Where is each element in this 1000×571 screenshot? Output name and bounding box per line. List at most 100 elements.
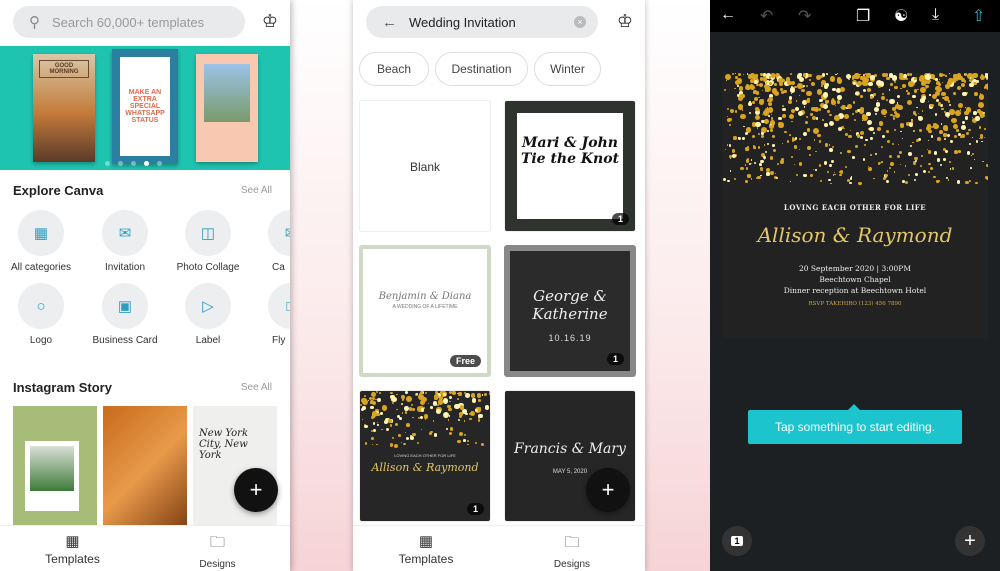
glitter-dot bbox=[731, 153, 736, 158]
glitter-dot bbox=[764, 150, 767, 153]
add-button[interactable]: + bbox=[586, 468, 630, 512]
glitter-dot bbox=[866, 88, 871, 93]
template-card[interactable]: Mari & John Tie the Knot 1 bbox=[504, 100, 636, 232]
glitter-dot bbox=[826, 100, 829, 103]
template-card[interactable]: George & Katherine 10.16.19 1 bbox=[504, 245, 636, 377]
tab-designs[interactable]: 🗀 Designs bbox=[145, 526, 290, 571]
glitter-dot bbox=[881, 73, 886, 78]
category-logo[interactable]: ○ Logo bbox=[1, 283, 81, 346]
category-card[interactable]: ✉Ca bbox=[268, 210, 290, 273]
glitter-dot bbox=[823, 123, 828, 128]
glitter-dot bbox=[448, 415, 451, 417]
add-button[interactable]: + bbox=[234, 468, 278, 512]
glitter-dot bbox=[790, 108, 796, 114]
glitter-dot bbox=[747, 102, 752, 106]
glitter-dot bbox=[928, 162, 932, 166]
glitter-dot bbox=[949, 139, 954, 144]
add-element-button[interactable]: + bbox=[955, 526, 985, 556]
glitter-dot bbox=[798, 137, 801, 141]
see-all-link[interactable]: See All bbox=[241, 185, 272, 196]
category-photo-collage[interactable]: ◫ Photo Collage bbox=[168, 210, 248, 273]
chip-destination[interactable]: Destination bbox=[435, 52, 528, 86]
undo-icon[interactable]: ↶ bbox=[760, 6, 773, 26]
glitter-dot bbox=[760, 159, 765, 164]
category-invitation[interactable]: ✉ Invitation bbox=[85, 210, 165, 273]
crown-icon[interactable]: ♔ bbox=[262, 11, 278, 32]
glitter-dot bbox=[957, 85, 962, 91]
glitter-dot bbox=[915, 173, 918, 177]
glitter-dot bbox=[983, 136, 986, 139]
share-people-icon[interactable]: ☯ bbox=[894, 6, 908, 26]
clear-icon[interactable]: × bbox=[574, 16, 586, 28]
category-business-card[interactable]: ▣ Business Card bbox=[85, 283, 165, 346]
glitter-dot bbox=[909, 122, 914, 127]
redo-icon[interactable]: ↷ bbox=[798, 6, 811, 26]
glitter-dot bbox=[904, 164, 907, 167]
glitter-dot bbox=[938, 83, 941, 87]
glitter-dot bbox=[798, 76, 805, 83]
tab-designs[interactable]: 🗀 Designs bbox=[499, 526, 645, 571]
back-arrow-icon[interactable]: ← bbox=[382, 14, 397, 31]
crown-icon[interactable]: ♔ bbox=[617, 11, 633, 32]
page-counter-button[interactable]: 1 bbox=[722, 526, 752, 556]
glitter-dot bbox=[364, 442, 368, 445]
editor-screen: ← ↶ ↷ ❐ ☯ ⤓ ⇧ LOVING EACH OTHER FOR LIFE… bbox=[710, 0, 1000, 571]
download-icon[interactable]: ⤓ bbox=[932, 6, 939, 24]
template-card[interactable]: Benjamin & Diana A WEDDING OF A LIFETIME F… bbox=[359, 245, 491, 377]
chip-winter[interactable]: Winter bbox=[534, 52, 601, 86]
editor-toolbar: ← ↶ ↷ ❐ ☯ ⤓ ⇧ bbox=[710, 0, 1000, 32]
glitter-dot bbox=[946, 133, 951, 138]
glitter-dot bbox=[934, 113, 938, 117]
chip-beach[interactable]: Beach bbox=[359, 52, 429, 86]
glitter-dot bbox=[978, 126, 982, 129]
glitter-dot bbox=[962, 91, 967, 97]
glitter-dot bbox=[849, 130, 851, 132]
glitter-dot bbox=[725, 149, 727, 151]
banner-carousel[interactable]: GOOD MORNING MAKE AN EXTRA SPECIAL WHATS… bbox=[0, 46, 290, 170]
tab-templates[interactable]: ▦ Templates bbox=[353, 526, 499, 571]
glitter-dot bbox=[729, 124, 731, 126]
editing-tooltip: Tap something to start editing. bbox=[748, 404, 962, 444]
banner-card[interactable]: MAKE AN EXTRA SPECIAL WHATSAPP STATUS bbox=[112, 49, 178, 164]
glitter-dot bbox=[739, 113, 746, 120]
glitter-dot bbox=[403, 442, 407, 446]
see-all-link[interactable]: See All bbox=[241, 382, 272, 393]
search-input[interactable]: ⚲ Search 60,000+ templates bbox=[13, 6, 245, 38]
glitter-dot bbox=[806, 128, 810, 132]
glitter-dot bbox=[819, 74, 823, 78]
category-all[interactable]: ▦ All categories bbox=[1, 210, 81, 273]
glitter-dot bbox=[806, 84, 809, 87]
category-flyer[interactable]: □Fly bbox=[268, 283, 290, 346]
glitter-dot bbox=[803, 132, 807, 136]
glitter-dot bbox=[947, 179, 950, 181]
banner-card[interactable] bbox=[196, 54, 258, 162]
glitter-dot bbox=[964, 116, 969, 120]
banner-card[interactable]: GOOD MORNING bbox=[33, 54, 95, 162]
search-input[interactable]: ← Wedding Invitation × bbox=[366, 6, 598, 38]
glitter-dot bbox=[758, 97, 760, 99]
glitter-dot bbox=[839, 89, 842, 92]
template-card[interactable]: LOVING EACH OTHER FOR LIFE Allison & Raym… bbox=[359, 390, 491, 522]
glitter-dot bbox=[750, 158, 753, 161]
glitter-dot bbox=[889, 167, 892, 169]
back-icon[interactable]: ← bbox=[720, 6, 736, 24]
glitter-dot bbox=[810, 113, 813, 116]
upload-icon[interactable]: ⇧ bbox=[972, 6, 985, 26]
glitter-dot bbox=[889, 155, 893, 159]
glitter-dot bbox=[759, 162, 762, 166]
template-blank[interactable]: Blank bbox=[359, 100, 491, 232]
story-card[interactable] bbox=[103, 406, 187, 536]
glitter-dot bbox=[836, 100, 841, 104]
glitter-dot bbox=[953, 134, 957, 138]
category-label[interactable]: ▷ Label bbox=[168, 283, 248, 346]
glitter-dot bbox=[788, 100, 793, 104]
search-results-screen: ← Wedding Invitation × ♔ Beach Destination… bbox=[353, 0, 645, 571]
pages-icon[interactable]: ❐ bbox=[856, 6, 870, 26]
invitation-canvas[interactable]: LOVING EACH OTHER FOR LIFE Allison & Ray… bbox=[722, 73, 988, 338]
glitter-dot bbox=[912, 141, 914, 144]
glitter-dot bbox=[913, 179, 916, 182]
tab-templates[interactable]: ▦ Templates bbox=[0, 526, 145, 571]
glitter-dot bbox=[870, 137, 874, 141]
glitter-dot bbox=[831, 77, 835, 81]
story-card[interactable] bbox=[13, 406, 97, 536]
